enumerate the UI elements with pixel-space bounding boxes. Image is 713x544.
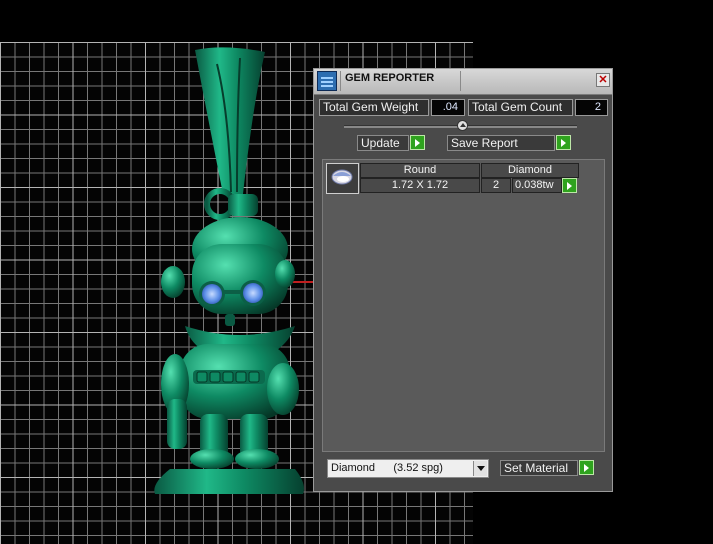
play-arrow-icon[interactable] [410, 135, 425, 150]
update-button[interactable]: Update [357, 135, 409, 151]
total-gem-weight-label: Total Gem Weight [319, 99, 429, 116]
title-divider [340, 71, 341, 91]
pendant-figure-model[interactable] [145, 44, 315, 499]
material-select[interactable]: Diamond (3.52 spg) [327, 459, 489, 478]
gem-reporter-panel: GEM REPORTER ✕ Total Gem Weight .04 Tota… [313, 68, 613, 492]
gem-list: Round Diamond 1.72 X 1.72 2 0.038tw [322, 159, 605, 452]
panel-title: GEM REPORTER [345, 72, 435, 84]
play-arrow-icon[interactable] [562, 178, 577, 193]
material-select-value: Diamond (3.52 spg) [331, 462, 443, 474]
play-arrow-icon[interactable] [579, 460, 594, 475]
size-slider-knob[interactable] [457, 120, 468, 131]
gem-shape-cell: Round [360, 163, 480, 178]
round-diamond-icon[interactable] [326, 163, 359, 194]
gem-material-cell: Diamond [481, 163, 579, 178]
gem-reporter-icon [317, 71, 337, 91]
total-gem-weight-value: .04 [431, 99, 465, 116]
panel-titlebar[interactable]: GEM REPORTER ✕ [314, 69, 612, 95]
gem-weight-cell: 0.038tw [512, 178, 562, 193]
gem-size-cell: 1.72 X 1.72 [360, 178, 480, 193]
total-gem-count-value: 2 [575, 99, 608, 116]
play-arrow-icon[interactable] [556, 135, 571, 150]
title-divider [460, 71, 461, 91]
close-icon[interactable]: ✕ [596, 73, 610, 87]
chevron-down-icon[interactable] [473, 461, 487, 476]
total-gem-count-label: Total Gem Count [468, 99, 573, 116]
set-material-button[interactable]: Set Material [500, 460, 578, 476]
save-report-button[interactable]: Save Report [447, 135, 555, 151]
gem-count-cell: 2 [481, 178, 511, 193]
